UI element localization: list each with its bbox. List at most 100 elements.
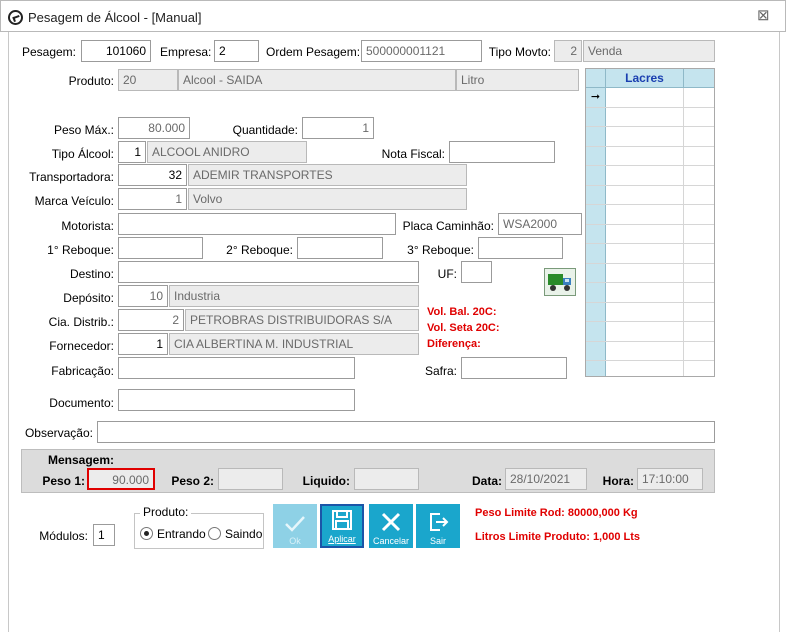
row-indicator [586,146,606,165]
entrando-radio[interactable] [140,527,153,543]
reboque2-field[interactable] [297,237,383,259]
lacres-row[interactable] [586,224,714,244]
peso-max-field[interactable]: 80.000 [118,117,190,139]
lacres-row[interactable] [586,244,714,264]
close-icon[interactable]: ⊠ [757,6,770,24]
uf-label: UF: [437,267,457,281]
fabricacao-label: Fabricação: [51,364,114,378]
lacres-grid[interactable]: Lacres ➞ [585,68,715,377]
entrando-label: Entrando [157,527,206,541]
nota-fiscal-field[interactable] [449,141,555,163]
lacres-row[interactable] [586,283,714,303]
tipo-movto-desc: Venda [583,40,715,62]
safra-field[interactable] [461,357,567,379]
lacres-cell[interactable] [606,341,684,360]
deposito-desc: Industria [169,285,419,307]
reboque3-field[interactable] [478,237,563,259]
modulos-field[interactable]: 1 [93,524,115,546]
destino-field[interactable] [118,261,419,283]
fabricacao-field[interactable] [118,357,355,379]
motorista-field[interactable] [118,213,396,235]
fornecedor-code[interactable]: 1 [118,333,168,355]
cia-distrib-code[interactable]: 2 [118,309,184,331]
lacres-row[interactable] [586,146,714,166]
row-indicator [586,322,606,341]
transportadora-code[interactable]: 32 [118,164,187,186]
lacres-row[interactable] [586,341,714,361]
cancelar-button[interactable]: Cancelar [369,504,413,548]
lacres-row[interactable] [586,302,714,322]
quantidade-field[interactable]: 1 [302,117,374,139]
ok-button[interactable]: Ok [273,504,317,548]
peso2-field[interactable] [218,468,283,490]
lacres-cell[interactable] [606,302,684,321]
entrando-radio-dot[interactable] [140,527,153,540]
saindo-radio-dot[interactable] [208,527,221,540]
lacres-cell[interactable] [606,88,684,107]
peso-max-label: Peso Máx.: [53,123,114,137]
placa-caminhao-field[interactable]: WSA2000 [498,213,582,235]
reboque1-field[interactable] [118,237,203,259]
lacres-cell[interactable] [606,185,684,204]
lacres-row[interactable] [586,166,714,186]
row-indicator [586,302,606,321]
lacres-cell[interactable] [606,127,684,146]
lacres-row[interactable] [586,361,714,376]
row-indicator [586,224,606,243]
marca-veiculo-label: Marca Veículo: [34,194,114,208]
data-field[interactable]: 28/10/2021 [505,468,587,490]
pesagem-field[interactable]: 101060 [81,40,151,62]
transportadora-desc: ADEMIR TRANSPORTES [188,164,467,186]
lacres-cell[interactable] [606,283,684,302]
sair-button[interactable]: Sair [416,504,460,548]
produto-label: Produto: [68,74,114,88]
lacres-row[interactable] [586,107,714,127]
hora-label: Hora: [602,474,634,488]
pesagem-label: Pesagem: [21,45,76,59]
marca-veiculo-code[interactable]: 1 [118,188,187,210]
lacres-header: Lacres [606,69,684,87]
deposito-label: Depósito: [63,291,114,305]
tipo-alcool-code[interactable]: 1 [118,141,146,163]
aplicar-button-label: Aplicar [328,534,356,544]
lacres-row[interactable] [586,263,714,283]
lacres-cell[interactable] [606,146,684,165]
documento-field[interactable] [118,389,355,411]
window-title: Pesagem de Álcool - [Manual] [28,10,202,25]
deposito-code[interactable]: 10 [118,285,168,307]
uf-field[interactable] [461,261,492,283]
fornecedor-label: Fornecedor: [49,339,114,353]
row-indicator [586,205,606,224]
row-indicator [586,341,606,360]
lacres-cell[interactable] [606,224,684,243]
lacres-cell[interactable] [606,361,684,376]
lacres-cell[interactable] [606,244,684,263]
peso-limite-label: Peso Limite Rod: 80000,000 Kg [475,507,638,519]
lacres-cell[interactable] [606,166,684,185]
aplicar-button[interactable]: Aplicar [320,504,364,548]
peso1-label: Peso 1: [42,474,85,488]
liquido-field[interactable] [354,468,419,490]
lacres-row[interactable] [586,127,714,147]
lacres-row[interactable] [586,185,714,205]
mensagem-label: Mensagem: [48,453,115,467]
empresa-field[interactable]: 2 [214,40,259,62]
lacres-row[interactable] [586,205,714,225]
cancelar-button-label: Cancelar [372,536,410,546]
truck-icon[interactable] [544,268,576,296]
saindo-radio[interactable] [208,527,221,543]
ordem-pesagem-field[interactable]: 500000001121 [361,40,482,62]
observacao-field[interactable] [97,421,715,443]
vol-bal-label: Vol. Bal. 20C: [427,306,497,318]
documento-label: Documento: [49,396,114,410]
lacres-cell[interactable] [606,322,684,341]
observacao-label: Observação: [24,426,93,440]
lacres-row[interactable]: ➞ [586,88,714,108]
peso1-field[interactable]: 90.000 [87,468,155,490]
hora-field[interactable]: 17:10:00 [637,468,703,490]
lacres-row[interactable] [586,322,714,342]
lacres-cell[interactable] [606,263,684,282]
title-bar: Pesagem de Álcool - [Manual] ⊠ [0,0,786,32]
lacres-cell[interactable] [606,107,684,126]
lacres-cell[interactable] [606,205,684,224]
